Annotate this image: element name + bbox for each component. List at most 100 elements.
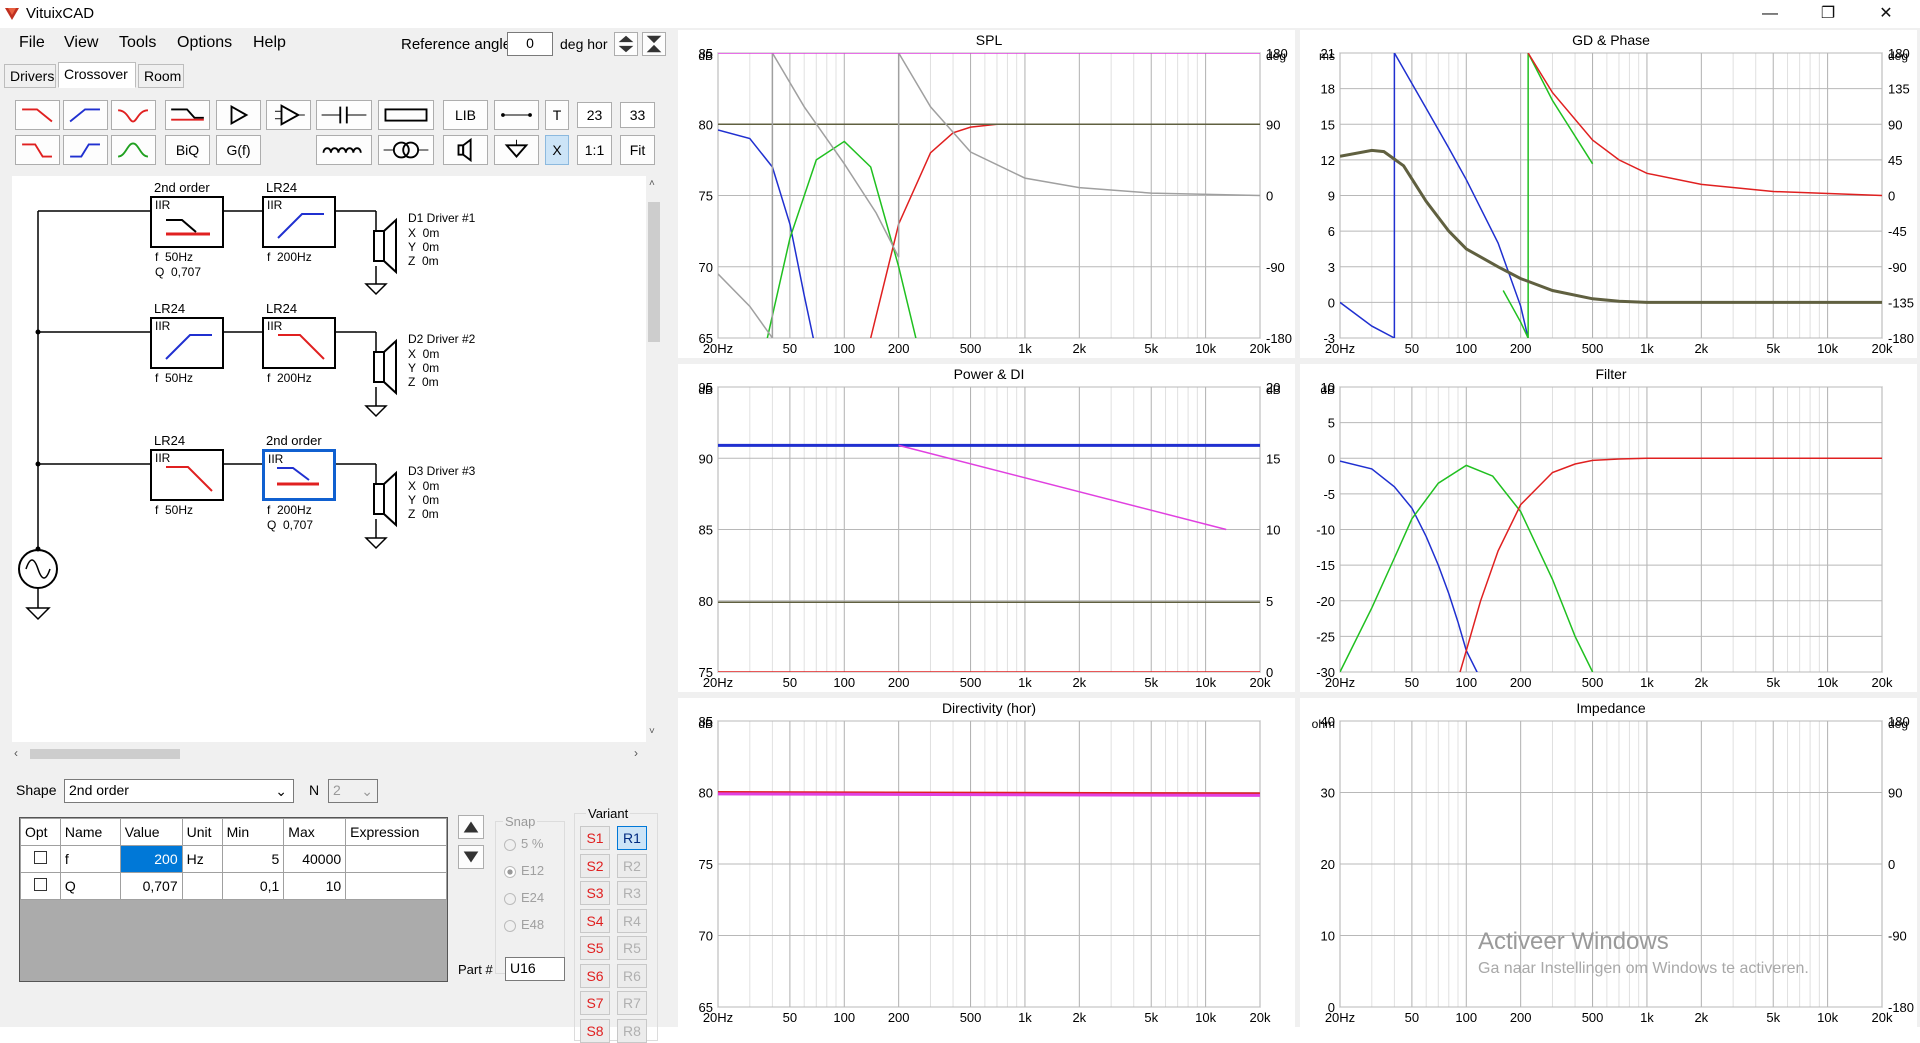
lowpass-2-button[interactable]	[15, 135, 60, 165]
ground-button[interactable]	[494, 135, 539, 165]
y2-tick-label: 90	[1888, 786, 1902, 801]
variant-r4-button[interactable]: R4	[617, 908, 647, 933]
move-up-button[interactable]	[458, 815, 484, 839]
col-header: Opt	[20, 818, 61, 846]
part-number-input[interactable]: U16	[505, 957, 565, 981]
opt-checkbox[interactable]	[33, 851, 47, 864]
x-tick-label: 1k	[1640, 675, 1654, 690]
snap-option[interactable]: 5 %	[504, 836, 543, 851]
angle-reset-button[interactable]	[642, 32, 666, 56]
table-row[interactable]: Q 0,707 0,1 10	[20, 872, 447, 900]
driver-button[interactable]	[443, 135, 488, 165]
zoom-1to1-button[interactable]: 1:1	[577, 135, 612, 165]
schematic-vscroll[interactable]: ˄ ˅	[646, 176, 662, 742]
x-tick-label: 100	[833, 341, 855, 356]
x-tick-label: 500	[1582, 341, 1604, 356]
variant-s2-button[interactable]: S2	[580, 853, 610, 878]
zoom-fit-button[interactable]: Fit	[620, 135, 655, 165]
param-max[interactable]: 40000	[283, 845, 347, 873]
plot-panel[interactable]: 21 18 15 12 9 6 3 0 -3 180 135 90 45 0 -45 -90 -135 -180 2…	[1300, 30, 1917, 358]
tab-room[interactable]: Room	[138, 64, 184, 88]
variant-s5-button[interactable]: S5	[580, 936, 610, 960]
param-expression[interactable]	[345, 872, 447, 900]
library-button[interactable]: LIB	[443, 100, 488, 130]
variant-label: Variant	[586, 806, 631, 821]
driver-y: Y 0m	[408, 361, 440, 375]
plot-panel[interactable]: 85 80 75 70 65 180 90 0 -90 -180 20Hz 50 100 200 500 1k…	[678, 30, 1295, 358]
param-value[interactable]: 200	[119, 845, 183, 873]
opt-checkbox[interactable]	[33, 878, 47, 891]
tab-drivers[interactable]: Drivers	[4, 64, 56, 88]
angle-updown-button[interactable]	[614, 32, 638, 56]
maximize-button[interactable]: ❐	[1800, 0, 1856, 28]
menu-tools[interactable]: Tools	[119, 34, 156, 52]
shape-dropdown[interactable]: 2nd order ⌄	[64, 779, 294, 803]
snap-option[interactable]: E24	[504, 890, 544, 905]
menu-view[interactable]: View	[64, 34, 98, 52]
variant-s1-button[interactable]: S1	[580, 826, 610, 850]
variant-s8-button[interactable]: S8	[580, 1018, 610, 1043]
x-toggle-button[interactable]: X	[545, 135, 569, 165]
param-min[interactable]: 5	[221, 845, 285, 873]
x-tick-label: 10k	[1817, 341, 1838, 356]
schematic-hscroll[interactable]: ‹ ›	[12, 746, 646, 762]
parameter-table[interactable]: Opt Name Value Unit Min Max Expression f…	[19, 817, 448, 982]
bandpass-button[interactable]	[111, 135, 156, 165]
y-tick-label: -25	[1316, 629, 1335, 644]
y-unit-label: dB	[1320, 383, 1335, 397]
highpass-filter-button[interactable]	[63, 100, 108, 130]
variant-r8-button[interactable]: R8	[617, 1018, 647, 1043]
x-tick-label: 500	[1582, 1010, 1604, 1025]
text-button[interactable]: T	[545, 100, 569, 130]
menu-help[interactable]: Help	[253, 34, 286, 52]
wire-button[interactable]	[494, 100, 539, 130]
buffer-amp-button[interactable]	[216, 100, 261, 130]
variant-r7-button[interactable]: R7	[617, 991, 647, 1015]
x-tick-label: 10k	[1817, 675, 1838, 690]
opamp-button[interactable]	[266, 100, 311, 130]
capacitor-button[interactable]	[316, 100, 372, 130]
highpass-2-button[interactable]	[63, 135, 108, 165]
biquad-button[interactable]: BiQ	[165, 135, 210, 165]
variant-r6-button[interactable]: R6	[617, 963, 647, 988]
variant-s6-button[interactable]: S6	[580, 963, 610, 988]
plot-svg: 1050-5-10-15-20-25-3020Hz 50 100 200 500 1k 2k…	[1316, 366, 1893, 690]
lowpass-filter-button[interactable]	[15, 100, 60, 130]
variant-r3-button[interactable]: R3	[617, 881, 647, 905]
shelf-filter-button[interactable]	[165, 100, 210, 130]
param-expression[interactable]	[345, 845, 447, 873]
plot-panel[interactable]: 95 90 85 80 75 20 15 10 5 0 20Hz 50 100 200 500 1k 2k 5k 1…	[678, 364, 1295, 692]
variant-s4-button[interactable]: S4	[580, 908, 610, 933]
count-33-field[interactable]: 33	[620, 102, 655, 128]
plot-panel[interactable]: 10 5 0 -5 -10 -15 -20 -25 -30 20Hz 50 100 200 500 1k 2k…	[1300, 364, 1917, 692]
variant-r5-button[interactable]: R5	[617, 936, 647, 960]
param-min[interactable]: 0,1	[221, 872, 285, 900]
transformer-button[interactable]	[378, 135, 434, 165]
snap-option-selected[interactable]: E12	[504, 863, 544, 878]
table-row[interactable]: f 200 Hz 5 40000	[20, 845, 447, 873]
schematic-canvas[interactable]: 2nd order LR24 LR24 LR24 LR24 2nd order …	[12, 176, 646, 742]
move-down-button[interactable]	[458, 845, 484, 869]
plot-panel[interactable]: 85 80 75 70 65 20Hz 50 100 200 500 1k 2k 5k 10k 20k dB D…	[678, 698, 1295, 1027]
param-name: f	[59, 845, 121, 873]
count-23-field[interactable]: 23	[577, 102, 612, 128]
variant-r1-button[interactable]: R1	[617, 826, 647, 850]
close-button[interactable]: ✕	[1858, 0, 1914, 28]
y2-unit-label: dB	[1266, 383, 1281, 397]
variant-s3-button[interactable]: S3	[580, 881, 610, 905]
variant-s7-button[interactable]: S7	[580, 991, 610, 1015]
resistor-button[interactable]	[378, 100, 434, 130]
n-dropdown[interactable]: 2 ⌄	[328, 779, 378, 803]
menu-file[interactable]: File	[19, 34, 45, 52]
notch-filter-button[interactable]	[111, 100, 156, 130]
param-max[interactable]: 10	[283, 872, 347, 900]
snap-option[interactable]: E48	[504, 917, 544, 932]
inductor-button[interactable]	[316, 135, 372, 165]
variant-r2-button[interactable]: R2	[617, 853, 647, 878]
menu-options[interactable]: Options	[177, 34, 232, 52]
reference-angle-input[interactable]: 0	[507, 32, 553, 56]
transfer-function-button[interactable]: G(f)	[216, 135, 261, 165]
tab-crossover[interactable]: Crossover	[58, 62, 136, 88]
minimize-button[interactable]: —	[1742, 0, 1798, 28]
param-value[interactable]: 0,707	[119, 872, 183, 900]
